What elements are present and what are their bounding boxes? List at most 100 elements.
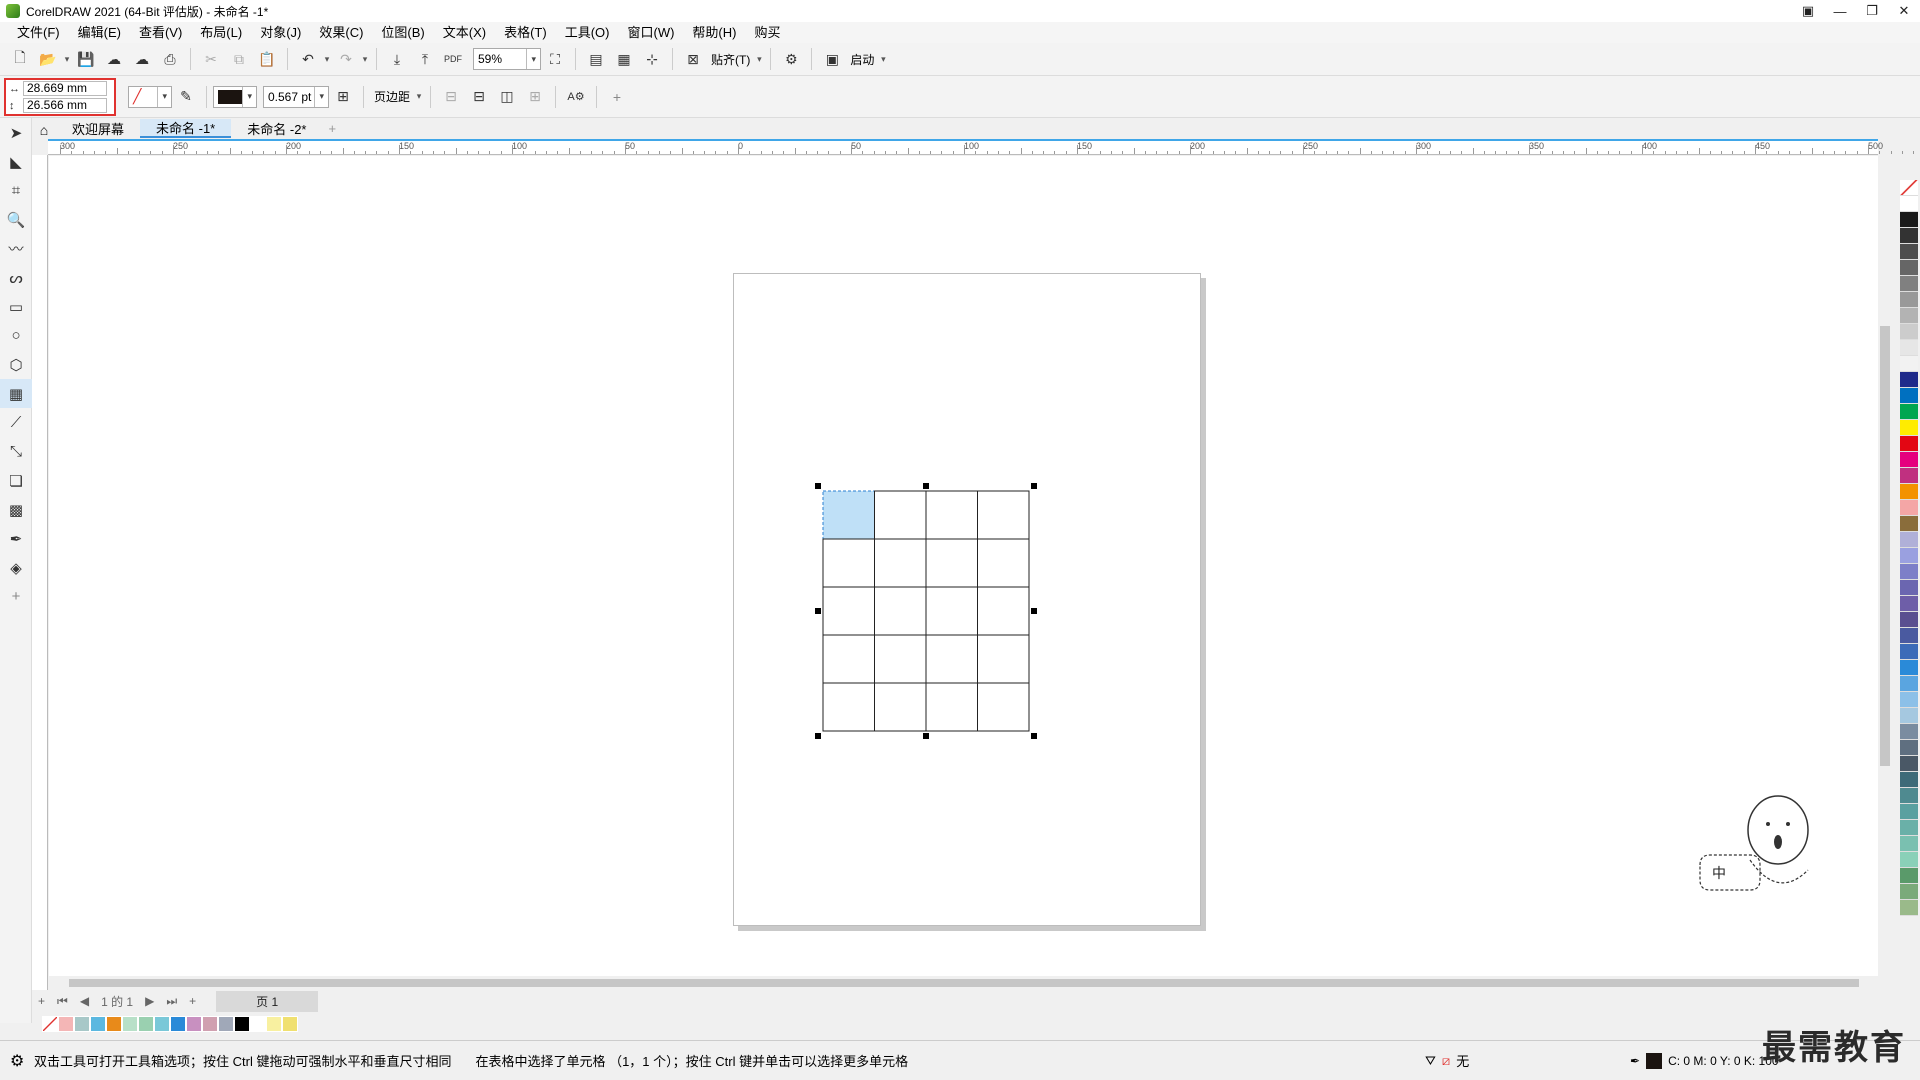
document-palette-swatch[interactable] [234, 1016, 250, 1032]
margins-dropdown-icon[interactable]: ▾ [414, 91, 424, 102]
table-cell[interactable] [874, 538, 927, 588]
document-palette-swatch[interactable] [282, 1016, 298, 1032]
show-guidelines-icon[interactable]: ⊹ [640, 47, 664, 71]
launch-dropdown-icon[interactable]: ▾ [878, 54, 888, 65]
width-input[interactable]: 28.669 mm [23, 81, 107, 96]
palette-swatch[interactable] [1900, 644, 1918, 660]
close-button[interactable]: ✕ [1888, 0, 1920, 22]
table-cell[interactable] [977, 634, 1030, 684]
show-rulers-icon[interactable]: ▤ [584, 47, 608, 71]
menu-table[interactable]: 表格(T) [495, 22, 556, 43]
selection-handle[interactable] [1031, 608, 1037, 614]
table-cell[interactable] [977, 538, 1030, 588]
new-document-icon[interactable]: 🗋 [8, 47, 32, 71]
palette-swatch[interactable] [1900, 628, 1918, 644]
palette-swatch[interactable] [1900, 772, 1918, 788]
paste-icon[interactable]: 📋 [255, 47, 279, 71]
table-cell[interactable] [822, 586, 875, 636]
add-icon[interactable]: + [605, 85, 629, 109]
document-palette-swatch[interactable] [186, 1016, 202, 1032]
gear-icon[interactable]: ⚙ [779, 47, 803, 71]
home-icon[interactable]: ⌂ [32, 122, 56, 138]
split-horizontal-icon[interactable]: ⊟ [467, 85, 491, 109]
add-page-after-icon[interactable]: + [183, 994, 202, 1008]
zoom-tool-icon[interactable]: 🔍 [0, 205, 32, 234]
table-object[interactable] [803, 477, 1057, 770]
document-palette-swatch[interactable] [90, 1016, 106, 1032]
unmerge-cells-icon[interactable]: ⊞ [523, 85, 547, 109]
palette-swatch[interactable] [1900, 260, 1918, 276]
last-page-icon[interactable]: ⏭ [160, 994, 183, 1009]
redo-icon[interactable]: ↷ [334, 47, 358, 71]
split-vertical-icon[interactable]: ◫ [495, 85, 519, 109]
selection-handle[interactable] [923, 483, 929, 489]
shape-tool-icon[interactable]: ◣ [0, 147, 32, 176]
table-cell[interactable] [874, 490, 927, 540]
document-palette-swatch[interactable] [58, 1016, 74, 1032]
palette-swatch[interactable] [1900, 548, 1918, 564]
palette-swatch[interactable] [1900, 580, 1918, 596]
palette-swatch[interactable] [1900, 372, 1918, 388]
first-page-icon[interactable]: ⏮ [51, 994, 74, 1009]
palette-swatch[interactable] [1900, 292, 1918, 308]
border-select-icon[interactable]: ⊞ [331, 85, 355, 109]
scroll-thumb[interactable] [1880, 326, 1890, 766]
margins-button[interactable]: 页边距 [374, 88, 410, 105]
palette-swatch[interactable] [1900, 452, 1918, 468]
palette-swatch[interactable] [1900, 788, 1918, 804]
height-input[interactable]: 26.566 mm [23, 98, 107, 113]
outline-pen-icon[interactable]: ✎ [174, 85, 198, 109]
snap-dropdown-icon[interactable]: ▾ [754, 54, 764, 65]
document-palette-swatch[interactable] [138, 1016, 154, 1032]
previous-page-icon[interactable]: ◀ [74, 994, 95, 1008]
menu-window[interactable]: 窗口(W) [618, 22, 683, 43]
add-page-before-icon[interactable]: + [32, 994, 51, 1008]
palette-swatch[interactable] [1900, 900, 1918, 916]
outline-color-combo[interactable]: ▾ [213, 85, 257, 108]
launch-icon[interactable]: ▣ [820, 47, 844, 71]
ellipse-tool-icon[interactable]: ○ [0, 321, 32, 350]
document-palette-swatch[interactable] [154, 1016, 170, 1032]
table-cell[interactable] [925, 682, 978, 732]
palette-swatch[interactable] [1900, 804, 1918, 820]
palette-swatch[interactable] [1900, 436, 1918, 452]
selection-handle[interactable] [1031, 733, 1037, 739]
no-color-swatch[interactable] [42, 1016, 58, 1032]
selection-handle[interactable] [1031, 483, 1037, 489]
palette-swatch[interactable] [1900, 420, 1918, 436]
cloud-upload-icon[interactable]: ☁ [130, 47, 154, 71]
snap-off-icon[interactable]: ⊠ [681, 47, 705, 71]
new-tab-button[interactable]: + [322, 119, 342, 138]
table-cell[interactable] [822, 634, 875, 684]
outline-style-combo[interactable]: ╱ ▾ [128, 85, 172, 108]
menu-help[interactable]: 帮助(H) [683, 22, 745, 43]
snap-to-label[interactable]: 贴齐(T) [711, 51, 750, 68]
menu-file[interactable]: 文件(F) [8, 22, 69, 43]
rectangle-tool-icon[interactable]: ▭ [0, 292, 32, 321]
interactive-fill-icon[interactable]: ◈ [0, 553, 32, 582]
merge-cells-icon[interactable]: ⊟ [439, 85, 463, 109]
zoom-level-combo[interactable]: 59% ▾ [473, 48, 541, 70]
palette-swatch[interactable] [1900, 228, 1918, 244]
palette-swatch[interactable] [1900, 468, 1918, 484]
table-cell[interactable] [925, 634, 978, 684]
minimize-button[interactable]: — [1824, 0, 1856, 22]
tab-document-1[interactable]: 未命名 -1* [140, 119, 232, 138]
tab-welcome-screen[interactable]: 欢迎屏幕 [56, 119, 140, 138]
document-palette-swatch[interactable] [250, 1016, 266, 1032]
document-palette-swatch[interactable] [170, 1016, 186, 1032]
table-tool-icon[interactable]: ▦ [0, 379, 32, 408]
palette-swatch[interactable] [1900, 596, 1918, 612]
save-icon[interactable]: 💾 [74, 47, 98, 71]
palette-swatch[interactable] [1900, 884, 1918, 900]
document-palette-swatch[interactable] [122, 1016, 138, 1032]
menu-layout[interactable]: 布局(L) [191, 22, 251, 43]
palette-swatch[interactable] [1900, 308, 1918, 324]
table-cell[interactable] [822, 538, 875, 588]
tab-document-2[interactable]: 未命名 -2* [231, 119, 322, 138]
palette-swatch[interactable] [1900, 356, 1918, 372]
import-icon[interactable]: ⤓ [385, 47, 409, 71]
palette-swatch[interactable] [1900, 564, 1918, 580]
horizontal-ruler[interactable]: 300 250 200 150 100 50 0 50 100 150 200 250 300 350 40… [48, 139, 1915, 155]
palette-swatch[interactable] [1900, 820, 1918, 836]
